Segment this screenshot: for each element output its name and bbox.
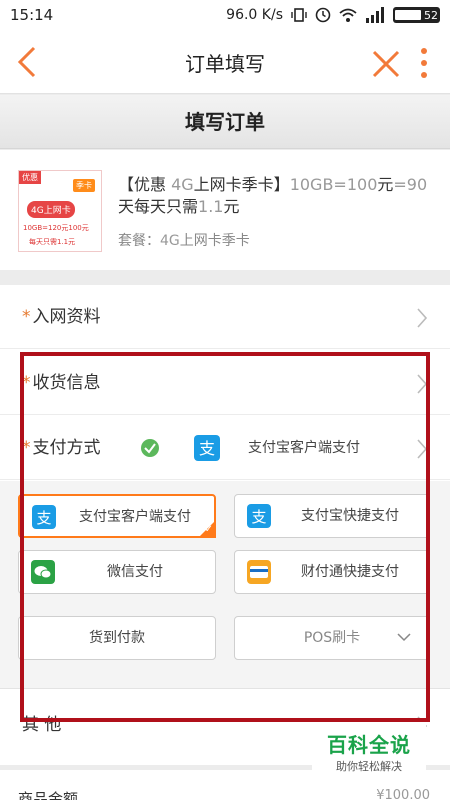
check-circle-icon <box>141 439 159 457</box>
shipping-info-text: 收货信息 <box>32 373 101 393</box>
required-mark: * <box>22 438 31 458</box>
svg-text:支: 支 <box>36 509 51 527</box>
check-icon: ✓ <box>204 524 213 535</box>
product-name: 【优惠 4G上网卡季卡】10GB=100元=90天每天只需1.1元 <box>118 174 436 218</box>
package-part: 4G <box>160 233 180 249</box>
payment-option-tenpay[interactable]: 财付通快捷支付 <box>234 550 430 594</box>
thumb-badge: 优惠 <box>19 171 41 184</box>
watermark-logo: 百科全说 助你轻松解决 <box>312 722 426 778</box>
wifi-icon <box>339 8 357 22</box>
payment-option-wechat[interactable]: 微信支付 <box>18 550 216 594</box>
payment-option-alipay-quick[interactable]: 支 支付宝快捷支付 <box>234 494 430 538</box>
thumb-price: 10GB=120元100元 <box>23 224 89 232</box>
alarm-icon <box>315 7 331 23</box>
payment-method-row[interactable]: * 支付方式 支 支付宝客户端支付 <box>0 416 450 480</box>
product-package: 套餐：4G上网卡季卡 <box>118 230 250 250</box>
product-name-part: 天每天只需 <box>118 197 199 216</box>
thumb-daily: 每天只需1.1元 <box>29 238 76 246</box>
product-name-part: 4G <box>171 175 194 194</box>
chevron-right-icon <box>417 308 428 328</box>
order-form: * 入网资料 * 收货信息 * 支付方式 支 支付宝客户端支付 支 支付宝客户端支付 … <box>0 285 450 765</box>
payment-option-alipay-client[interactable]: 支 支付宝客户端支付 ✓ <box>18 494 216 538</box>
amount-label: 商品金额 <box>18 790 79 800</box>
package-value: 上网卡季卡 <box>179 233 250 249</box>
signal-icon <box>366 7 384 23</box>
payment-options: 支 支付宝客户端支付 ✓ 支 支付宝快捷支付 微信支付 财付通快捷支付 货到付款… <box>0 481 450 689</box>
status-time: 15:14 <box>10 6 54 24</box>
battery-icon: 52 <box>393 7 440 23</box>
shipping-info-label: * 收货信息 <box>22 351 101 415</box>
more-icon[interactable] <box>414 46 434 80</box>
amount-value: ¥100.00 <box>376 788 430 800</box>
option-label: 货到付款 <box>89 630 145 646</box>
package-label: 套餐： <box>118 233 160 249</box>
product-name-part: 元 <box>223 197 240 216</box>
product-name-part: =90 <box>393 175 428 194</box>
alipay-icon: 支 <box>194 435 220 461</box>
svg-text:支: 支 <box>199 439 215 458</box>
shipping-info-row[interactable]: * 收货信息 <box>0 351 450 415</box>
watermark-main: 百科全说 <box>327 733 411 757</box>
option-label: 支付宝快捷支付 <box>301 508 399 524</box>
thumb-main-label: 4G上网卡 <box>27 201 75 218</box>
vibrate-icon <box>291 8 307 22</box>
product-name-part: 1.1 <box>198 197 224 216</box>
product-card[interactable]: 优惠 季卡 4G上网卡 10GB=120元100元 每天只需1.1元 【优惠 4… <box>0 150 450 270</box>
chevron-right-icon <box>417 439 428 459</box>
wechat-icon <box>31 560 55 584</box>
thumb-tag: 季卡 <box>73 179 95 192</box>
option-label: 支付宝客户端支付 <box>79 509 191 525</box>
payment-selected-value: 支付宝客户端支付 <box>248 440 360 456</box>
alipay-icon: 支 <box>32 505 56 529</box>
other-label: 其 他 <box>22 715 62 735</box>
payment-option-pos[interactable]: POS刷卡 <box>234 616 430 660</box>
network-info-text: 入网资料 <box>32 307 101 327</box>
chevron-right-icon <box>417 374 428 394</box>
alipay-icon: 支 <box>247 504 271 528</box>
status-bar: 15:14 96.0 K/s 52 <box>0 0 450 30</box>
product-name-part: 【优惠 <box>118 175 172 194</box>
required-mark: * <box>22 307 31 327</box>
close-icon[interactable] <box>370 48 402 80</box>
required-mark: * <box>22 373 31 393</box>
option-label: 微信支付 <box>107 564 163 580</box>
section-header: 填写订单 <box>0 95 450 149</box>
network-speed: 96.0 K/s <box>226 7 283 23</box>
payment-method-text: 支付方式 <box>32 438 101 458</box>
nav-bar: 订单填写 <box>0 30 450 94</box>
network-info-label: * 入网资料 <box>22 285 101 349</box>
product-name-part: 上网卡季卡】 <box>193 175 290 194</box>
chevron-down-icon <box>397 633 411 642</box>
payment-method-label: * 支付方式 <box>22 416 101 480</box>
product-thumbnail: 优惠 季卡 4G上网卡 10GB=120元100元 每天只需1.1元 <box>18 170 102 252</box>
battery-level: 52 <box>424 8 438 22</box>
payment-option-cod[interactable]: 货到付款 <box>18 616 216 660</box>
product-name-part: 10GB=100 <box>289 175 378 194</box>
tenpay-icon <box>247 560 271 584</box>
network-info-row[interactable]: * 入网资料 <box>0 285 450 349</box>
svg-text:支: 支 <box>251 508 266 526</box>
watermark-sub: 助你轻松解决 <box>336 760 402 773</box>
status-indicators: 96.0 K/s 52 <box>226 7 440 23</box>
product-name-part: 元 <box>377 175 394 194</box>
option-label: 财付通快捷支付 <box>301 564 399 580</box>
